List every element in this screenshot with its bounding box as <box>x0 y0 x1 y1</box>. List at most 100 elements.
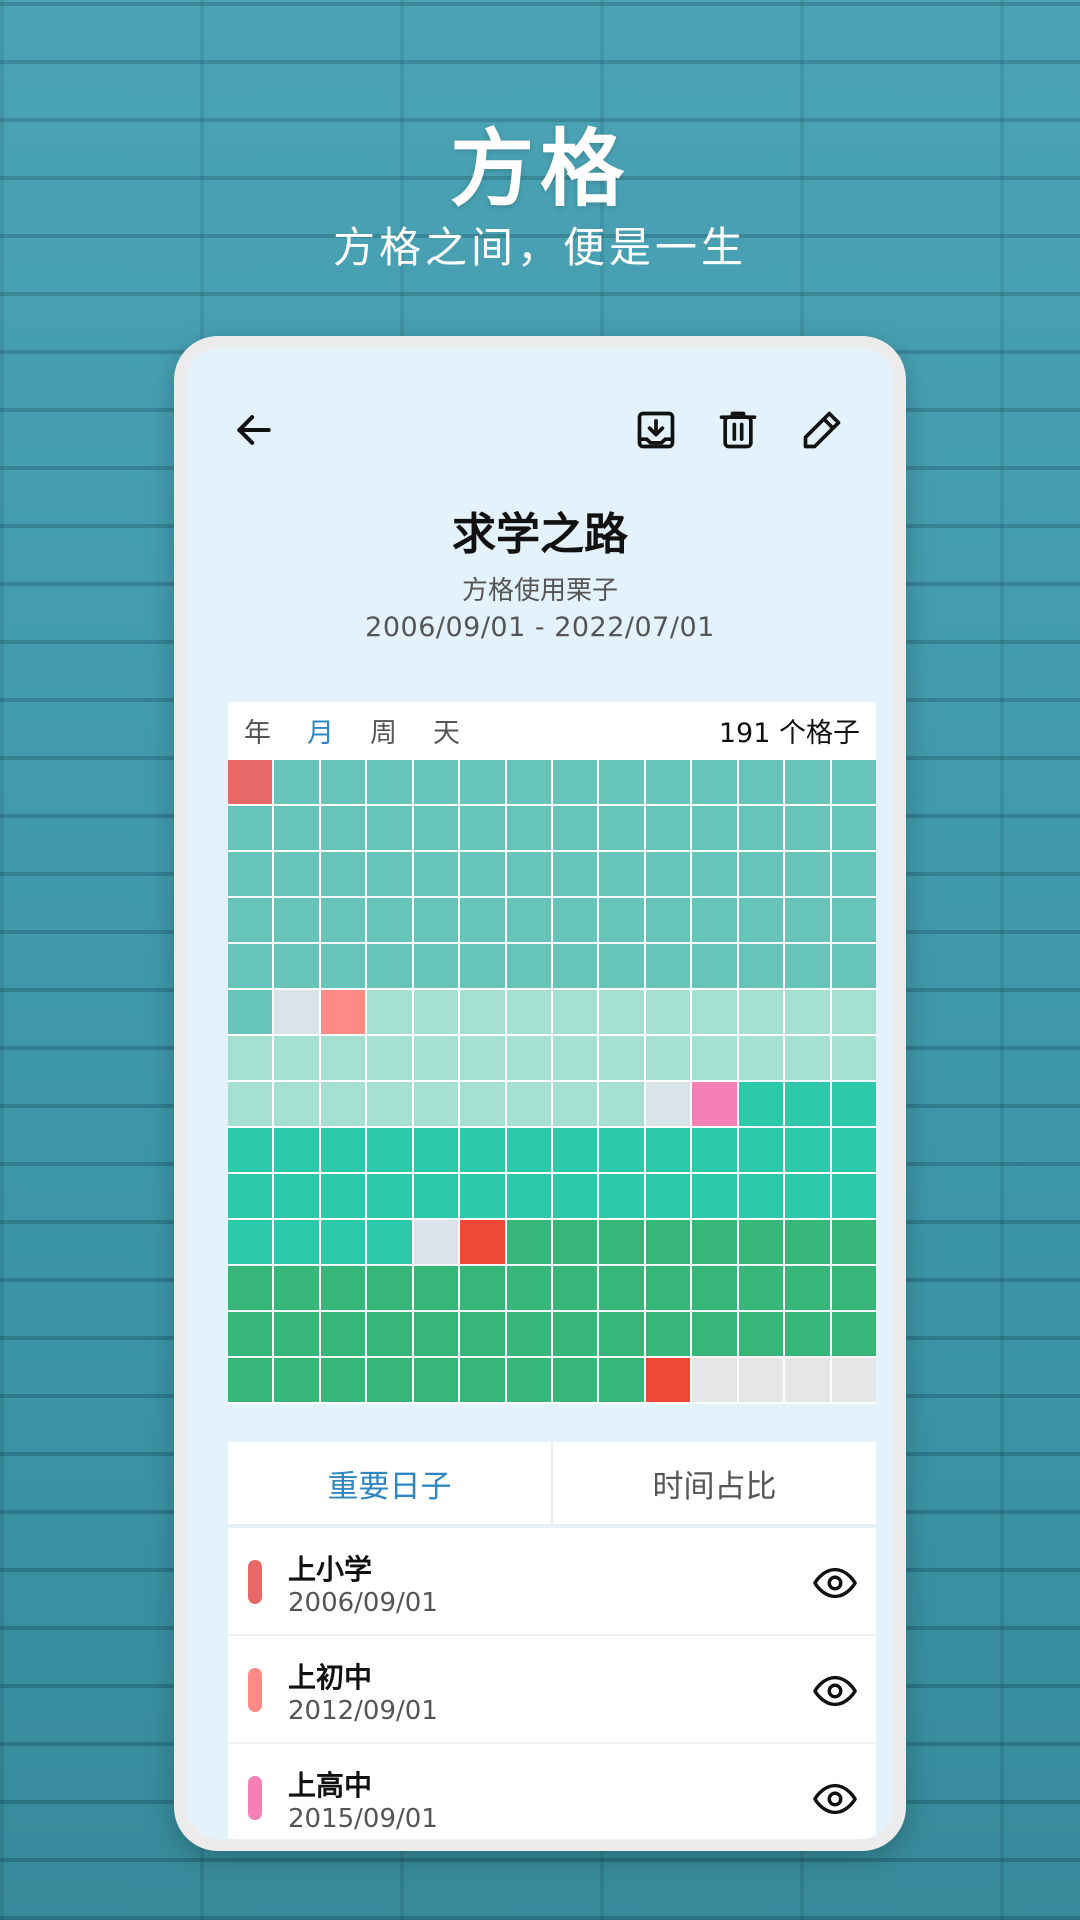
grid-cell <box>228 1174 273 1218</box>
grid-cell <box>599 1036 644 1080</box>
grid-cell <box>367 1174 412 1218</box>
grid-cell <box>599 990 644 1034</box>
grid-cell <box>785 990 830 1034</box>
grid-cell <box>506 1082 551 1126</box>
unit-tab-year[interactable]: 年 <box>244 711 271 750</box>
grid-cell <box>367 944 412 988</box>
grid-cell <box>785 1174 830 1218</box>
tab-important-days[interactable]: 重要日子 <box>228 1442 551 1524</box>
grid-cell <box>320 1220 366 1264</box>
grid-cell <box>274 898 319 942</box>
grid-cell <box>552 806 598 850</box>
grid-cell <box>460 1312 505 1356</box>
edit-button[interactable] <box>794 402 850 458</box>
grid-cell <box>738 944 784 988</box>
grid-cell <box>460 1358 505 1402</box>
grid-cell <box>228 806 273 850</box>
delete-button[interactable] <box>710 402 766 458</box>
grid-cell <box>228 852 273 896</box>
grid-cell <box>320 760 366 804</box>
goal-subtitle: 方格使用栗子 <box>461 576 618 606</box>
grid-cell <box>738 760 784 804</box>
grid-cell <box>692 806 737 850</box>
download-button[interactable] <box>628 402 684 458</box>
unit-tab-day[interactable]: 天 <box>433 711 460 750</box>
unit-tab-month[interactable]: 月 <box>307 711 334 750</box>
event-title: 上初中 <box>288 1661 373 1694</box>
eye-icon[interactable] <box>812 1560 858 1606</box>
grid-count: 191 个格子 <box>718 717 860 749</box>
grid-cell <box>738 1358 784 1402</box>
grid-cell <box>738 806 784 850</box>
back-button[interactable] <box>226 402 282 458</box>
grid-cell <box>274 1266 319 1310</box>
grid-cell <box>831 806 876 850</box>
grid-cell <box>599 1266 644 1310</box>
grid-cell <box>460 1174 505 1218</box>
grid-cell <box>738 1266 784 1310</box>
grid-cell <box>320 1174 366 1218</box>
arrow-left-icon <box>237 415 271 445</box>
grid-cell <box>785 760 830 804</box>
grid-cell <box>552 1358 598 1402</box>
grid-cell <box>274 806 319 850</box>
grid-cell <box>692 1358 737 1402</box>
event-title: 上小学 <box>288 1553 373 1586</box>
grid-cell <box>413 1220 459 1264</box>
grid-cell <box>645 806 691 850</box>
grid-cell <box>460 852 505 896</box>
grid-cell <box>228 760 273 804</box>
grid-cell <box>413 1128 459 1172</box>
grid-cell <box>413 1312 459 1356</box>
grid-cell <box>599 806 644 850</box>
tab-time-ratio[interactable]: 时间占比 <box>551 1442 876 1524</box>
download-tray-icon <box>637 411 675 449</box>
grid-cell <box>228 944 273 988</box>
grid-cell <box>413 806 459 850</box>
grid-cell <box>645 760 691 804</box>
grid-cell <box>274 1082 319 1126</box>
grid-cell <box>506 1220 551 1264</box>
grid-cell <box>738 1036 784 1080</box>
grid-cell <box>738 1128 784 1172</box>
grid-cell <box>738 1174 784 1218</box>
list-item[interactable]: 上高中 2015/09/01 <box>228 1744 876 1839</box>
grid-cell <box>831 1128 876 1172</box>
list-item[interactable]: 上初中 2012/09/01 <box>228 1636 876 1744</box>
grid-cell <box>831 1220 876 1264</box>
grid-cell <box>645 852 691 896</box>
unit-tab-week[interactable]: 周 <box>370 711 397 750</box>
grid-card: 年 月 周 天 191 个格子 <box>228 702 876 1404</box>
grid-cell <box>645 1312 691 1356</box>
grid-cell <box>460 1082 505 1126</box>
grid-cell <box>228 1036 273 1080</box>
grid-cell <box>367 1358 412 1402</box>
grid-cell <box>460 1220 505 1264</box>
grid-cell <box>692 1036 737 1080</box>
grid-cell <box>460 1036 505 1080</box>
grid-cell <box>552 1128 598 1172</box>
grid-cell <box>413 1036 459 1080</box>
grid-cell <box>506 1174 551 1218</box>
pencil-icon <box>803 411 841 449</box>
grid-cell <box>367 1312 412 1356</box>
grid-cell <box>552 944 598 988</box>
eye-icon[interactable] <box>812 1668 858 1714</box>
grid-cell <box>274 852 319 896</box>
grid-cell <box>460 806 505 850</box>
grid-cell <box>599 1312 644 1356</box>
grid-cell <box>506 852 551 896</box>
grid-cell <box>599 760 644 804</box>
grid-cell <box>274 760 319 804</box>
grid-cell <box>320 898 366 942</box>
grid-cell <box>599 898 644 942</box>
grid-cell <box>552 852 598 896</box>
eye-icon[interactable] <box>812 1776 858 1822</box>
grid-cell <box>552 898 598 942</box>
grid-cell <box>831 1266 876 1310</box>
list-item[interactable]: 上小学 2006/09/01 <box>228 1528 876 1636</box>
grid-cell <box>367 1036 412 1080</box>
grid-cell <box>320 1082 366 1126</box>
trash-icon <box>719 411 757 449</box>
grid-cell <box>413 1358 459 1402</box>
